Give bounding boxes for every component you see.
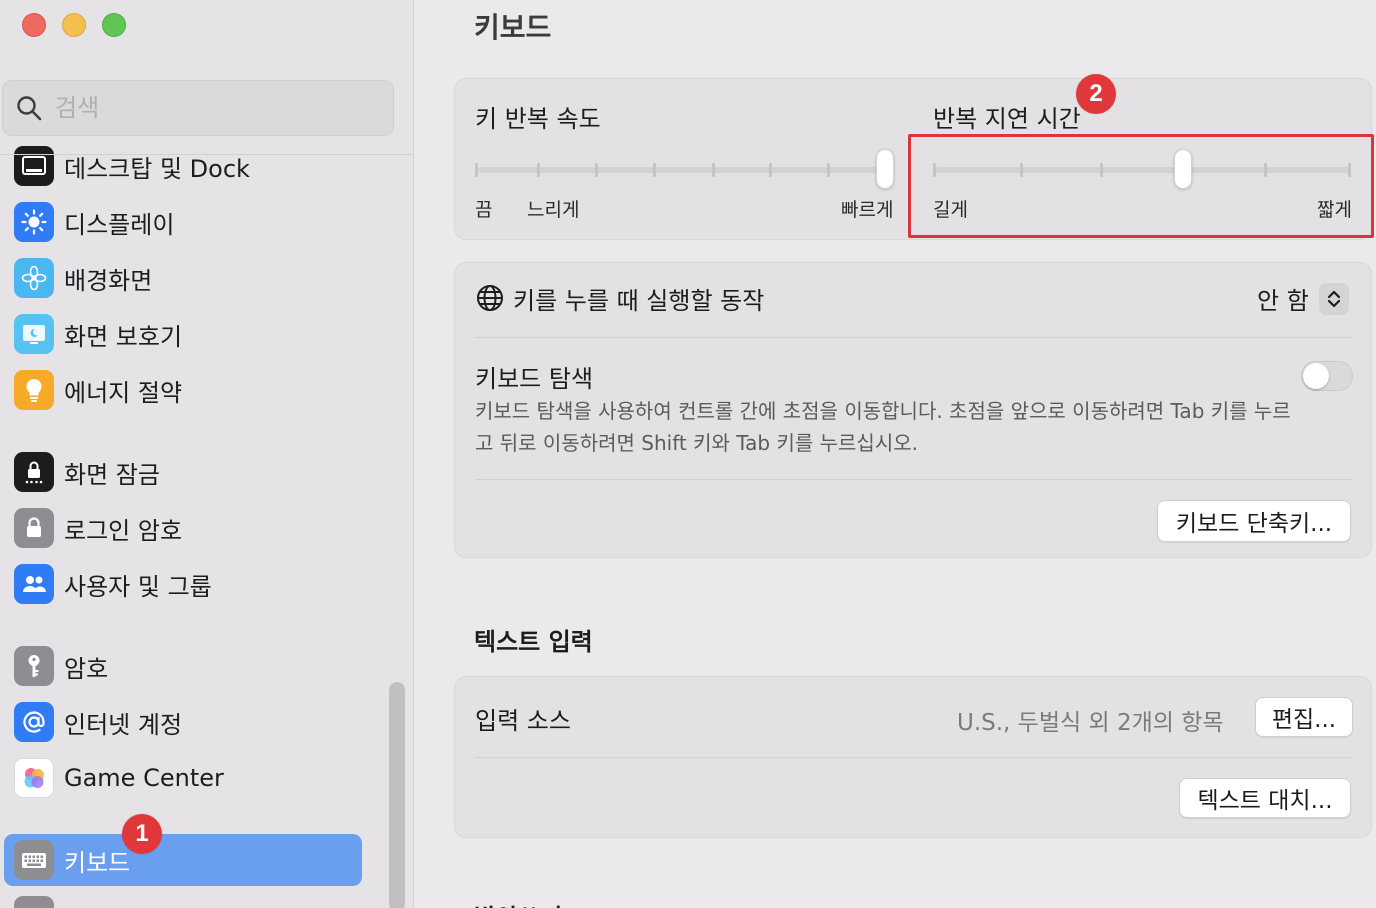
sidebar-item-keyboard[interactable]: 키보드 [4, 834, 362, 886]
game-center-icon [14, 758, 54, 798]
sidebar-item-game-center[interactable]: Game Center [4, 752, 362, 804]
dictation-section-title: 받아쓰기 [474, 898, 562, 908]
close-window-button[interactable] [22, 13, 46, 37]
sidebar-item-users-groups[interactable]: 사용자 및 그룹 [4, 558, 362, 610]
energy-bulb-icon [14, 370, 54, 410]
row-divider [475, 479, 1353, 480]
globe-key-action-label: 키를 누를 때 실행할 동작 [513, 287, 765, 315]
sidebar-list: 데스크탑 및 Dock 디스플레이 배경화면 화면 보호기 에너지 절약 화면 … [0, 140, 414, 908]
globe-key-action-value: 안 함 [1257, 287, 1309, 315]
key-icon [14, 646, 54, 686]
at-sign-icon [14, 702, 54, 742]
key-repeat-slow-label: 느리게 [527, 199, 580, 221]
sidebar-item-label: 디스플레이 [64, 210, 175, 239]
main-pane: 키보드 키 반복 속도 끔 느리게 빠르게 반복 지연 시간 길게 짧게 2 키… [414, 0, 1376, 908]
sidebar-item-label: 사용자 및 그룹 [64, 572, 212, 601]
sidebar-item-label: 화면 잠금 [64, 460, 160, 489]
text-replacements-button[interactable]: 텍스트 대치... [1179, 778, 1351, 818]
keyboard-icon [14, 840, 54, 880]
sidebar-item-lock-screen[interactable]: 화면 잠금 [4, 446, 362, 498]
sidebar-item-label: 에너지 절약 [64, 378, 183, 407]
edit-input-sources-button[interactable]: 편집... [1255, 697, 1353, 737]
globe-key-action-popup[interactable]: 안 함 [1257, 281, 1349, 316]
sidebar-item-display[interactable]: 디스플레이 [4, 196, 362, 248]
dock-icon [14, 146, 54, 186]
sidebar-scrollbar[interactable] [389, 682, 405, 908]
highlight-box [908, 134, 1374, 238]
zoom-window-button[interactable] [102, 13, 126, 37]
sidebar-item-passwords[interactable]: 암호 [4, 640, 362, 692]
lock-screen-icon [14, 452, 54, 492]
screensaver-icon [14, 314, 54, 354]
globe-icon [475, 283, 505, 313]
keyboard-nav-description: 키보드 탐색을 사용하여 컨트롤 간에 초점을 이동합니다. 초점을 앞으로 이… [475, 399, 1291, 455]
key-repeat-off-label: 끔 [475, 199, 493, 221]
sidebar-item-login-password[interactable]: 로그인 암호 [4, 502, 362, 554]
sidebar-item-label: 암호 [64, 654, 109, 683]
keyboard-nav-toggle[interactable] [1301, 361, 1353, 391]
input-sources-label: 입력 소스 [475, 707, 571, 735]
sidebar-item-internet-accounts[interactable]: 인터넷 계정 [4, 696, 362, 748]
minimize-window-button[interactable] [62, 13, 86, 37]
window-controls [22, 13, 126, 37]
sidebar-item-screensaver[interactable]: 화면 보호기 [4, 308, 362, 360]
display-sun-icon [14, 202, 54, 242]
sidebar-item-next[interactable] [4, 890, 362, 908]
mouse-icon [14, 896, 54, 908]
sidebar-item-energy[interactable]: 에너지 절약 [4, 364, 362, 416]
sidebar-item-wallpaper[interactable]: 배경화면 [4, 252, 362, 304]
row-divider [475, 337, 1353, 338]
text-input-section-title: 텍스트 입력 [474, 628, 593, 656]
sidebar-divider [0, 154, 414, 155]
row-divider [475, 757, 1353, 758]
repeat-delay-title: 반복 지연 시간 [933, 105, 1081, 133]
popup-arrows-icon [1318, 282, 1349, 315]
search-icon [17, 96, 42, 121]
sidebar-item-label: 인터넷 계정 [64, 710, 183, 739]
text-input-card: 입력 소스 U.S., 두벌식 외 2개의 항목 편집... 텍스트 대치... [454, 676, 1372, 838]
keyboard-shortcuts-button[interactable]: 키보드 단축키... [1157, 500, 1351, 542]
sidebar-item-label: 키보드 [64, 848, 131, 877]
login-lock-icon [14, 508, 54, 548]
users-groups-icon [14, 564, 54, 604]
step-badge-2: 2 [1076, 74, 1116, 114]
search-input[interactable] [55, 94, 355, 122]
wallpaper-flower-icon [14, 258, 54, 298]
key-repeat-title: 키 반복 속도 [475, 105, 601, 133]
sidebar-item-label: Game Center [64, 764, 224, 792]
sidebar-item-desktop-dock[interactable]: 데스크탑 및 Dock [4, 140, 362, 192]
sidebar-item-label: 로그인 암호 [64, 516, 183, 545]
page-title: 키보드 [474, 11, 552, 44]
sidebar: 데스크탑 및 Dock 디스플레이 배경화면 화면 보호기 [0, 0, 414, 908]
input-sources-value: U.S., 두벌식 외 2개의 항목 [957, 710, 1224, 736]
key-repeat-knob[interactable] [876, 149, 894, 189]
search-field[interactable] [2, 80, 394, 136]
key-repeat-fast-label: 빠르게 [841, 199, 894, 221]
sidebar-item-label: 배경화면 [64, 266, 153, 295]
sidebar-item-label: 화면 보호기 [64, 322, 183, 351]
keyboard-nav-title: 키보드 탐색 [475, 365, 594, 393]
step-badge-1: 1 [122, 814, 162, 854]
keyboard-behavior-card: 키를 누를 때 실행할 동작 안 함 키보드 탐색 키보드 탐색을 사용하여 컨… [454, 262, 1372, 558]
